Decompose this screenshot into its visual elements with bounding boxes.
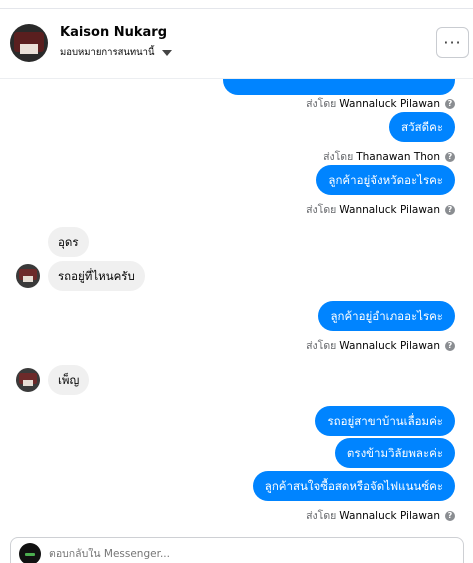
outgoing-message[interactable]: ลูกค้าอยู่อำเภออะไรคะ — [318, 301, 455, 331]
reply-input[interactable] — [49, 548, 429, 560]
contact-avatar-small[interactable] — [16, 368, 40, 392]
more-dots-icon: ··· — [443, 33, 462, 52]
contact-name[interactable]: Kaison Nukarg — [60, 25, 167, 40]
chevron-down-icon — [161, 49, 172, 56]
sent-by-label: ส่งโดย Wannaluck Pilawan ? — [306, 507, 455, 524]
outgoing-message[interactable]: ตรงข้ามวิลัยพละค่ะ — [334, 438, 455, 468]
outgoing-message[interactable]: ลูกค้าอยู่จังหวัดอะไรคะ — [316, 165, 455, 195]
message-thread[interactable]: ส่งโดย Wannaluck Pilawan ? สวัสดีคะ ส่งโ… — [0, 79, 473, 527]
info-icon[interactable]: ? — [445, 204, 455, 215]
info-icon[interactable]: ? — [445, 340, 455, 351]
sent-by-label: ส่งโดย Wannaluck Pilawan ? — [306, 201, 455, 218]
outgoing-message[interactable]: ลูกค้าสนใจซื้อสดหรือจัดไฟแนนซ์คะ — [252, 471, 455, 501]
incoming-message[interactable]: เพ็ญ — [48, 365, 90, 395]
conversation-header: Kaison Nukarg มอบหมายการสนทนานี้ ··· — [0, 9, 473, 79]
assign-conversation-dropdown[interactable]: มอบหมายการสนทนานี้ — [60, 45, 172, 60]
window-top-edge — [0, 0, 473, 9]
sent-by-label: ส่งโดย Wannaluck Pilawan ? — [306, 95, 455, 112]
incoming-message[interactable]: รถอยู่ที่ไหนครับ — [48, 261, 145, 291]
more-options-button[interactable]: ··· — [436, 27, 469, 58]
outgoing-message[interactable]: สวัสดีคะ — [389, 112, 455, 142]
outgoing-message[interactable]: รถอยู่สาขาบ้านเลื่อมค่ะ — [315, 406, 455, 436]
info-icon[interactable]: ? — [445, 510, 455, 521]
outgoing-message[interactable] — [223, 79, 455, 95]
contact-avatar-small[interactable] — [16, 264, 40, 288]
info-icon[interactable]: ? — [445, 98, 455, 109]
sent-by-label: ส่งโดย Wannaluck Pilawan ? — [306, 337, 455, 354]
info-icon[interactable]: ? — [445, 151, 455, 162]
reply-composer[interactable] — [10, 537, 464, 563]
incoming-message[interactable]: อุดร — [48, 227, 89, 257]
sent-by-label: ส่งโดย Thanawan Thon ? — [323, 148, 455, 165]
contact-avatar[interactable] — [10, 24, 48, 62]
page-avatar-icon — [19, 543, 41, 563]
assign-label: มอบหมายการสนทนานี้ — [60, 47, 155, 58]
